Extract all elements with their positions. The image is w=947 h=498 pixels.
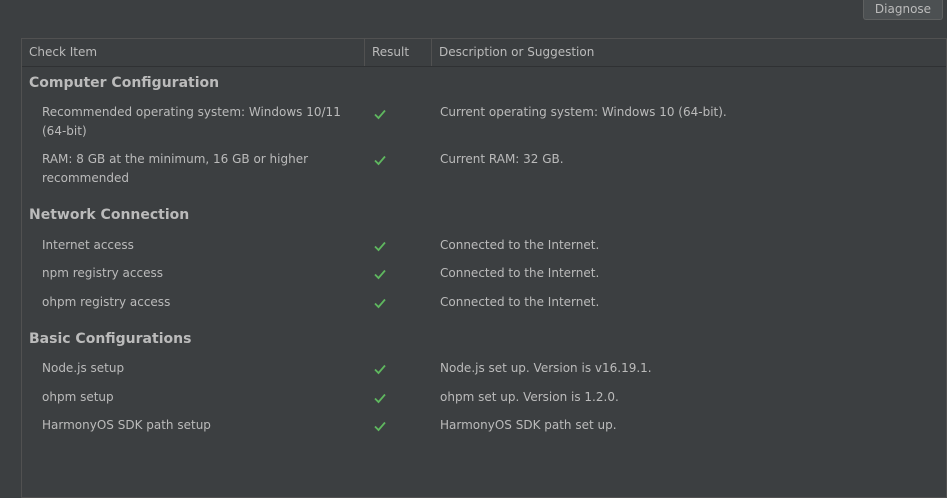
section-title-basic-configurations: Basic Configurations (29, 331, 192, 347)
check-icon (374, 364, 386, 375)
section-title-computer-configuration: Computer Configuration (29, 75, 220, 91)
check-item: RAM: 8 GB at the minimum, 16 GB or highe… (42, 152, 309, 185)
check-item: ohpm setup (42, 390, 114, 404)
check-icon (374, 269, 386, 280)
environment-check-table: Check Item Result Description or Suggest… (21, 38, 947, 498)
check-item: Node.js setup (42, 361, 125, 375)
check-description: ohpm set up. Version is 1.2.0. (440, 390, 619, 404)
check-icon (374, 155, 386, 166)
check-description: Current operating system: Windows 10 (64… (440, 105, 727, 119)
check-item: Recommended operating system: Windows 10… (42, 105, 341, 138)
check-icon (374, 241, 386, 252)
check-item: npm registry access (42, 266, 163, 280)
check-icon (374, 298, 386, 309)
check-description: Connected to the Internet. (440, 295, 600, 309)
check-description: Node.js set up. Version is v16.19.1. (440, 361, 652, 375)
check-description: Connected to the Internet. (440, 238, 600, 252)
column-header-description[interactable]: Description or Suggestion (431, 39, 946, 66)
check-icon (374, 393, 386, 404)
table-header: Check Item Result Description or Suggest… (22, 39, 946, 67)
check-item: HarmonyOS SDK path setup (42, 418, 211, 432)
check-description: Connected to the Internet. (440, 266, 600, 280)
diagnose-button[interactable]: Diagnose (863, 0, 943, 20)
check-item: Internet access (42, 238, 134, 252)
check-icon (374, 109, 386, 120)
section-title-network-connection: Network Connection (29, 207, 190, 223)
check-description: HarmonyOS SDK path set up. (440, 418, 617, 432)
check-icon (374, 421, 386, 432)
check-item: ohpm registry access (42, 295, 171, 309)
column-header-result[interactable]: Result (364, 39, 431, 66)
check-description: Current RAM: 32 GB. (440, 152, 564, 166)
column-header-check-item[interactable]: Check Item (22, 39, 364, 66)
